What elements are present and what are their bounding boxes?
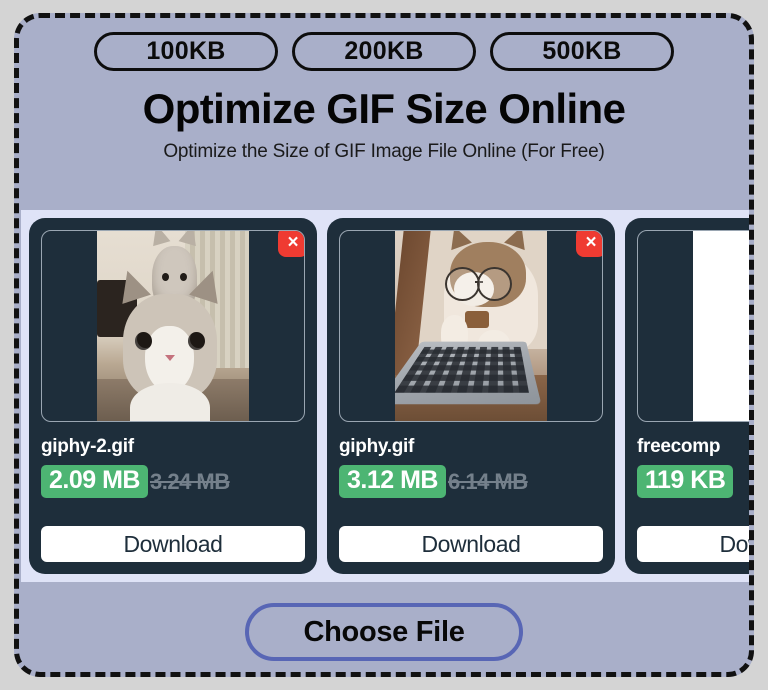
file-name: freecomp <box>637 436 721 457</box>
file-size-row: 119 KB <box>637 465 749 498</box>
optimized-size-badge: 3.12 MB <box>339 465 446 498</box>
preset-200kb-button[interactable]: 200KB <box>292 32 476 71</box>
download-button[interactable]: Download <box>339 526 603 562</box>
file-size-row: 3.12 MB 6.14 MB <box>339 465 603 498</box>
thumbnail-container: × <box>41 230 305 422</box>
original-size-text: 3.24 MB <box>149 468 230 494</box>
preset-size-row: 100KB 200KB 500KB <box>19 18 749 71</box>
file-card[interactable]: × freecomp 119 KB Download <box>625 218 749 574</box>
thumbnail-container: × <box>637 230 749 422</box>
optimized-size-badge: 2.09 MB <box>41 465 148 498</box>
page-title: Optimize GIF Size Online <box>142 85 626 132</box>
preset-500kb-button[interactable]: 500KB <box>490 32 674 71</box>
file-card[interactable]: × <box>29 218 317 574</box>
file-card-carousel[interactable]: × giphy-2.gif 2.09 MB 3.24 MB Download ×… <box>21 210 749 582</box>
file-name: giphy.gif <box>339 436 415 457</box>
choose-file-button[interactable]: Choose File <box>245 603 523 661</box>
close-icon[interactable]: × <box>576 231 602 257</box>
download-button[interactable]: Download <box>41 526 305 562</box>
gif-thumbnail-cat-laptop <box>395 231 547 421</box>
preset-100kb-button[interactable]: 100KB <box>94 32 278 71</box>
upload-dropzone[interactable]: 100KB 200KB 500KB Optimize GIF Size Onli… <box>14 13 754 677</box>
thumbnail-container: × <box>339 230 603 422</box>
original-size-text: 6.14 MB <box>447 468 528 494</box>
gif-thumbnail-green-shape <box>693 231 749 421</box>
file-size-row: 2.09 MB 3.24 MB <box>41 465 305 498</box>
file-card[interactable]: × <box>327 218 615 574</box>
download-button[interactable]: Download <box>637 526 749 562</box>
close-icon[interactable]: × <box>278 231 304 257</box>
optimized-size-badge: 119 KB <box>637 465 734 498</box>
page-subtitle: Optimize the Size of GIF Image File Onli… <box>163 141 605 163</box>
choose-file-row: Choose File <box>19 603 749 661</box>
gif-thumbnail-two-cats <box>97 231 249 421</box>
file-name: giphy-2.gif <box>41 436 134 457</box>
